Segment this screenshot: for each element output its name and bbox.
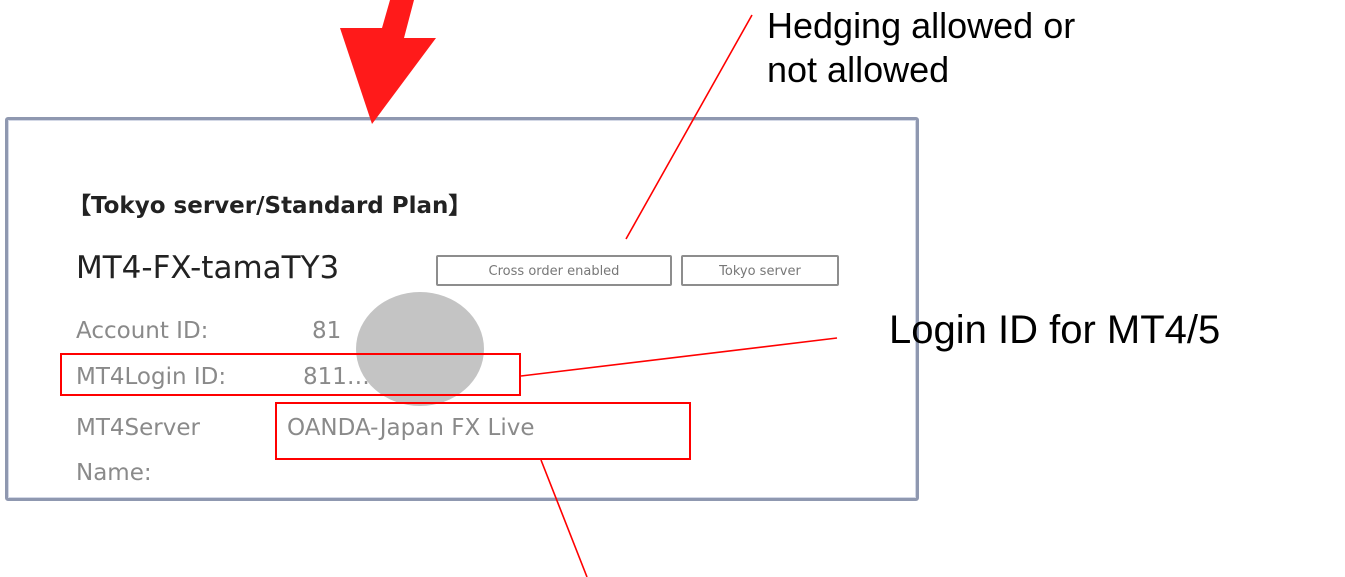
login-id-callout: Login ID for MT4/5: [889, 308, 1221, 352]
cross-order-tag: Cross order enabled: [436, 255, 672, 286]
tokyo-server-tag: Tokyo server: [681, 255, 839, 286]
server-name-label-line1: MT4Server: [76, 415, 200, 441]
server-name-label-line2: Name:: [76, 460, 152, 486]
server-name-value: OANDA-Japan FX Live: [287, 415, 535, 441]
account-id-label: Account ID:: [76, 318, 209, 344]
down-arrow-icon: [340, 0, 436, 124]
account-id-value: 81: [312, 318, 342, 344]
account-name: MT4-FX-tamaTY3: [76, 250, 340, 286]
redaction-blur: [356, 292, 484, 406]
login-id-label: MT4Login ID:: [76, 364, 227, 390]
hedging-callout: Hedging allowed or not allowed: [767, 4, 1075, 92]
hedging-callout-line1: Hedging allowed or: [767, 5, 1076, 46]
plan-title: 【Tokyo server/Standard Plan】: [68, 193, 472, 219]
hedging-callout-line2: not allowed: [767, 49, 950, 90]
